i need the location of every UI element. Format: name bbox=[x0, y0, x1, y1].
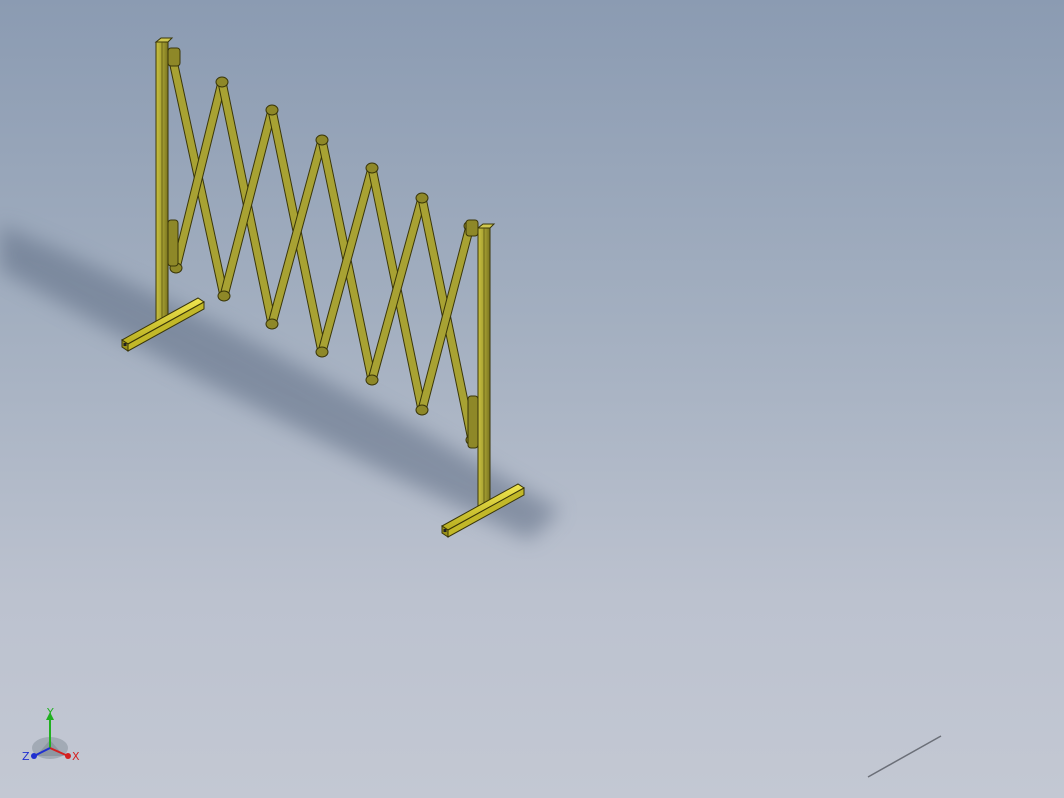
hinge-pin bbox=[265, 318, 279, 330]
hinge-pin bbox=[415, 192, 429, 204]
scissor-bar bbox=[367, 196, 427, 382]
model-shadow bbox=[0, 225, 560, 540]
hinge-pin bbox=[217, 290, 231, 302]
scissor-bar bbox=[317, 166, 377, 354]
hinge-pin bbox=[265, 104, 279, 116]
3d-graphics-area[interactable]: Y X Z bbox=[0, 0, 1064, 798]
hinge-pin bbox=[315, 346, 329, 358]
hinge-pin bbox=[365, 374, 379, 386]
hinge-pin bbox=[215, 76, 229, 88]
scissor-bar bbox=[219, 108, 277, 298]
scissor-bar bbox=[267, 138, 327, 326]
hinge-pin bbox=[315, 134, 329, 146]
triad-y-label: Y bbox=[46, 706, 54, 719]
reference-triad[interactable]: Y X Z bbox=[22, 706, 80, 763]
model-scene[interactable]: Y X Z bbox=[0, 0, 1064, 798]
triad-x-label: X bbox=[72, 750, 80, 763]
view-indicator-line bbox=[867, 735, 942, 778]
scissor-bar bbox=[417, 224, 475, 412]
hinge-pin bbox=[415, 404, 429, 416]
hinge-pin bbox=[365, 162, 379, 174]
triad-z-label: Z bbox=[22, 750, 30, 763]
